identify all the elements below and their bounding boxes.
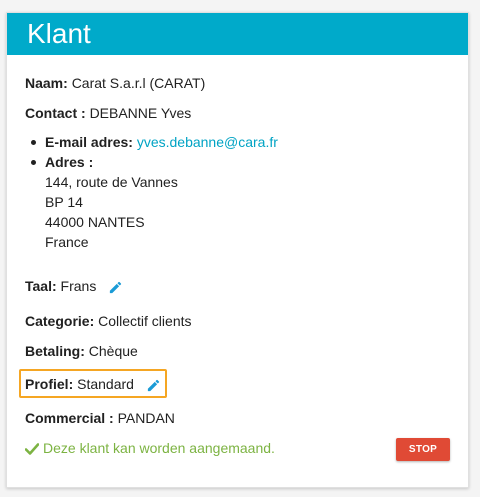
- email-link[interactable]: yves.debanne@cara.fr: [137, 134, 278, 150]
- card-header: Klant: [7, 13, 468, 55]
- address-line: 144, route de Vannes: [45, 174, 178, 190]
- profile-row: Profiel: Standard: [25, 375, 161, 393]
- contact-label: Contact :: [25, 105, 86, 121]
- language-row: Taal: Frans: [25, 277, 123, 295]
- commercial-label: Commercial :: [25, 410, 114, 426]
- reminder-status: Deze klant kan worden aangemaand.: [25, 439, 275, 457]
- commercial-row: Commercial : PANDAN: [25, 409, 175, 427]
- profile-label: Profiel:: [25, 376, 74, 392]
- language-label: Taal:: [25, 278, 57, 294]
- email-item: E-mail adres: yves.debanne@cara.fr: [25, 132, 278, 152]
- payment-label: Betaling:: [25, 343, 85, 359]
- payment-row: Betaling: Chèque: [25, 342, 138, 360]
- status-text: Deze klant kan worden aangemaand.: [43, 440, 275, 456]
- address-item: Adres : 144, route de Vannes BP 14 44000…: [25, 152, 278, 252]
- contact-row: Contact : DEBANNE Yves: [25, 104, 191, 122]
- client-card: Klant Naam: Carat S.a.r.l (CARAT) Contac…: [6, 12, 469, 488]
- address-label: Adres :: [45, 154, 94, 170]
- name-value: Carat S.a.r.l (CARAT): [71, 75, 206, 91]
- category-value: Collectif clients: [98, 313, 192, 329]
- bullet: [31, 140, 36, 145]
- address-line: 44000 NANTES: [45, 214, 145, 230]
- category-row: Categorie: Collectif clients: [25, 312, 192, 330]
- bullet: [31, 160, 36, 165]
- name-row: Naam: Carat S.a.r.l (CARAT): [25, 74, 205, 92]
- address-line: France: [45, 234, 89, 250]
- payment-value: Chèque: [88, 343, 138, 359]
- email-label: E-mail adres:: [45, 134, 133, 150]
- contact-details-list: E-mail adres: yves.debanne@cara.fr Adres…: [25, 132, 278, 252]
- pencil-icon[interactable]: [146, 378, 161, 393]
- category-label: Categorie:: [25, 313, 95, 329]
- profile-value: Standard: [77, 376, 134, 392]
- stop-button[interactable]: STOP: [396, 438, 450, 461]
- check-icon: [25, 443, 39, 456]
- address-line: BP 14: [45, 194, 83, 210]
- pencil-icon[interactable]: [108, 280, 123, 295]
- contact-value: DEBANNE Yves: [89, 105, 192, 121]
- language-value: Frans: [60, 278, 97, 294]
- name-label: Naam:: [25, 75, 68, 91]
- commercial-value: PANDAN: [117, 410, 175, 426]
- card-title: Klant: [27, 18, 91, 49]
